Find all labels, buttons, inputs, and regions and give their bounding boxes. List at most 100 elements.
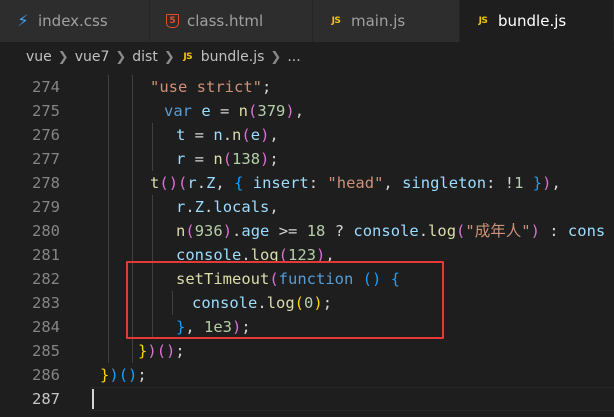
code-token: >=: [269, 222, 307, 240]
code-token: (: [456, 222, 466, 240]
code-token: "use strict": [150, 78, 262, 96]
code-text: })();: [138, 339, 185, 363]
code-token: ): [128, 366, 138, 384]
editor-tab-bar: ⚡ index.css 5 class.html JS main.js JS b…: [0, 0, 614, 42]
chevron-right-icon: ❯: [115, 49, 127, 65]
code-token: n: [213, 126, 223, 144]
code-line[interactable]: 278 t()(r.Z, { insert: "head", singleton:…: [0, 171, 614, 195]
code-token: cons: [567, 222, 606, 240]
indent-guide: [152, 123, 153, 147]
code-token: (: [178, 174, 188, 192]
indent-guide: [152, 219, 153, 243]
code-token: .: [232, 222, 242, 240]
breadcrumb-item[interactable]: ...: [287, 49, 300, 65]
code-line[interactable]: 274 "use strict";: [0, 75, 614, 99]
indent-guide: [108, 147, 109, 171]
tab-main-js[interactable]: JS main.js: [313, 0, 460, 42]
code-token: (: [185, 222, 195, 240]
code-token: (: [159, 174, 169, 192]
current-line-highlight: [90, 387, 614, 411]
code-line[interactable]: 286 })();: [0, 363, 614, 387]
code-token: r: [187, 174, 197, 192]
indent-guide: [108, 243, 109, 267]
line-number: 275: [32, 102, 60, 120]
indent-guide: [132, 171, 133, 195]
js-file-icon: JS: [183, 51, 193, 62]
code-token: ,: [215, 174, 235, 192]
tab-label: class.html: [187, 12, 264, 30]
line-number: 279: [32, 198, 60, 216]
code-token: (: [241, 126, 251, 144]
indent-guide: [108, 291, 109, 315]
code-line[interactable]: 287: [0, 387, 614, 411]
tab-class-html[interactable]: 5 class.html: [150, 0, 313, 42]
code-token: .: [204, 198, 214, 216]
indent-guide: [132, 99, 133, 123]
code-token: 936: [194, 222, 223, 240]
code-token: :: [539, 222, 568, 240]
code-token: ;: [269, 150, 279, 168]
code-token: {: [234, 174, 253, 192]
code-token: .: [222, 126, 233, 144]
code-token: ,: [294, 102, 305, 120]
code-text: "use strict";: [150, 75, 271, 99]
breadcrumb-item[interactable]: bundle.js: [201, 49, 265, 65]
code-token: }: [523, 174, 543, 192]
code-editor[interactable]: 274 "use strict"; 275 var e = n(379), 276 t =…: [0, 72, 614, 417]
code-token: ): [530, 222, 540, 240]
code-token: age: [241, 222, 270, 240]
code-token: ): [260, 126, 270, 144]
tab-bundle-js[interactable]: JS bundle.js: [460, 0, 614, 42]
tab-label: main.js: [351, 12, 406, 30]
code-text: var e = n(379),: [164, 99, 304, 123]
line-number: 276: [32, 126, 60, 144]
code-token: insert: [252, 174, 309, 192]
code-token: :: [308, 174, 328, 192]
breadcrumb-item[interactable]: vue: [26, 49, 52, 65]
code-token: e: [250, 126, 261, 144]
code-line[interactable]: 276 t = n.n(e),: [0, 123, 614, 147]
chevron-right-icon: ❯: [270, 49, 282, 65]
code-text: })();: [100, 363, 147, 387]
code-token: log: [428, 222, 457, 240]
code-token: 18: [306, 222, 326, 240]
indent-guide: [108, 75, 109, 99]
js-file-icon: JS: [478, 15, 488, 26]
code-line[interactable]: 280 n(936).age >= 18 ? console.log("成年人")…: [0, 219, 614, 243]
breadcrumb-item[interactable]: dist: [132, 49, 158, 65]
code-line[interactable]: 277 r = n(138);: [0, 147, 614, 171]
line-number: 277: [32, 150, 60, 168]
code-token: n: [232, 126, 242, 144]
code-line[interactable]: 285 })();: [0, 339, 614, 363]
js-file-icon: JS: [331, 15, 341, 26]
code-token: ,: [269, 126, 279, 144]
breadcrumb-item[interactable]: vue7: [75, 49, 110, 65]
code-line[interactable]: 279 r.Z.locals,: [0, 195, 614, 219]
line-number: 286: [32, 366, 60, 384]
line-number: 274: [32, 78, 60, 96]
code-token: ;: [175, 342, 185, 360]
code-token: ): [168, 174, 179, 192]
indent-guide: [108, 219, 109, 243]
text-cursor: [92, 389, 94, 409]
code-token: ,: [269, 198, 279, 216]
tab-index-css[interactable]: ⚡ index.css: [0, 0, 150, 42]
code-token: ): [285, 102, 295, 120]
code-token: "成年人": [465, 222, 531, 240]
code-token: t: [150, 174, 160, 192]
line-number: 285: [32, 342, 60, 360]
indent-guide: [152, 195, 153, 219]
code-token: Z: [206, 174, 216, 192]
indent-guide: [108, 315, 109, 339]
code-line[interactable]: 275 var e = n(379),: [0, 99, 614, 123]
line-number: 282: [32, 270, 60, 288]
html-file-icon: 5: [166, 14, 179, 28]
indent-guide: [132, 75, 133, 99]
code-token: : !: [486, 174, 515, 192]
code-token: (: [248, 102, 258, 120]
code-token: .: [418, 222, 429, 240]
code-token: (: [222, 150, 233, 168]
indent-guide: [152, 147, 153, 171]
code-token: ?: [325, 222, 354, 240]
code-token: 138: [232, 150, 261, 168]
